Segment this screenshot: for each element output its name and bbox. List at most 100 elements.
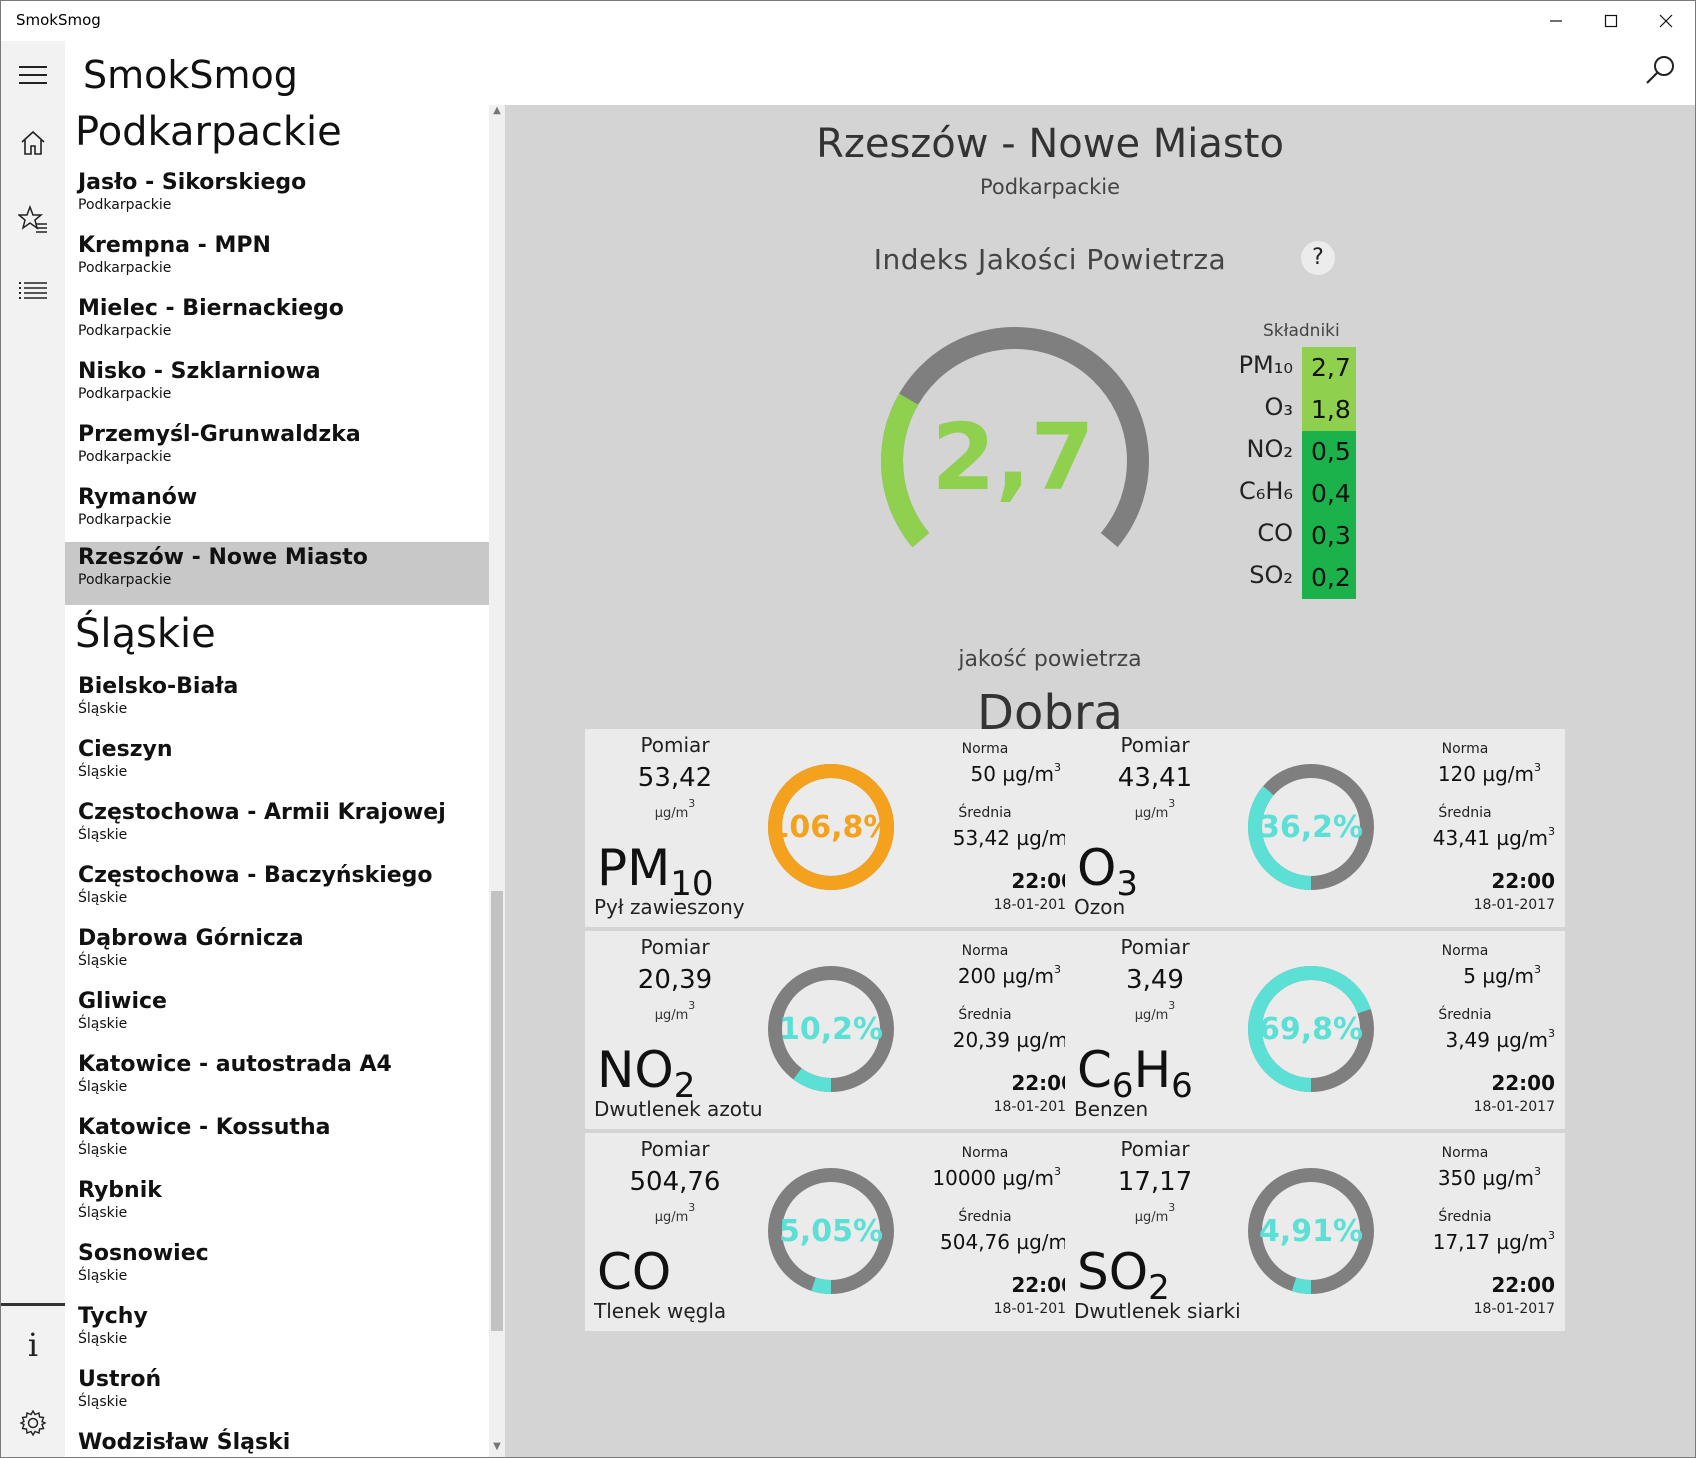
station-region: Śląskie	[78, 953, 128, 969]
home-button[interactable]	[1, 111, 65, 175]
component-value: 2,7	[1302, 347, 1356, 389]
title-bar: SmokSmog	[1, 1, 1695, 41]
station-item[interactable]: Tychy Śląskie	[65, 1301, 489, 1364]
scroll-down-icon[interactable]: ▼	[489, 1441, 505, 1452]
component-row: C₆H₆ 0,4	[1185, 473, 1356, 515]
measurement-card[interactable]: Pomiar 53,42 µg/m3 PM10 Pył zawieszony 1…	[585, 729, 1085, 927]
station-item[interactable]: Częstochowa - Armii Krajowej Śląskie	[65, 797, 489, 860]
measurement-date: 18-01-2017	[993, 1301, 1075, 1317]
norma-label: Norma	[1441, 943, 1489, 959]
measurement-unit: µg/m3	[625, 1201, 725, 1225]
help-button[interactable]: ?	[1301, 241, 1335, 275]
station-item-selected[interactable]: Rzeszów - Nowe Miasto Podkarpackie	[65, 542, 489, 605]
info-button[interactable]: i	[1, 1313, 65, 1377]
station-item[interactable]: Cieszyn Śląskie	[65, 734, 489, 797]
norma-value: 200 µg/m3	[885, 963, 1075, 988]
measurement-value: 53,42	[637, 763, 713, 793]
list-scrollbar[interactable]: ▲ ▼	[489, 105, 505, 1457]
station-name: Sosnowiec	[78, 1241, 209, 1266]
measurement-card[interactable]: Pomiar 504,76 µg/m3 CO Tlenek węgla 5,05…	[585, 1133, 1085, 1331]
station-item[interactable]: Bielsko-Biała Śląskie	[65, 671, 489, 734]
station-item[interactable]: Rybnik Śląskie	[65, 1175, 489, 1238]
measurement-value: 17,17	[1117, 1167, 1193, 1197]
station-item[interactable]: Dąbrowa Górnicza Śląskie	[65, 923, 489, 986]
station-item[interactable]: Mielec - Biernackiego Podkarpackie	[65, 293, 489, 356]
scroll-thumb[interactable]	[491, 891, 503, 1331]
component-value: 0,2	[1302, 557, 1356, 599]
formula-main: C	[1077, 1041, 1112, 1099]
maximize-button[interactable]	[1586, 1, 1636, 41]
search-button[interactable]	[1641, 51, 1689, 99]
pollutant-name: Tlenek węgla	[594, 1299, 727, 1323]
station-item[interactable]: Katowice - autostrada A4 Śląskie	[65, 1049, 489, 1112]
component-row: O₃ 1,8	[1185, 389, 1356, 431]
group-header-slaskie: Śląskie	[75, 611, 216, 657]
aqi-gauge: 2,7	[881, 327, 1149, 548]
station-list[interactable]: Podkarpackie Jasło - Sikorskiego Podkarpa…	[65, 105, 489, 1457]
measurement-unit: µg/m3	[625, 797, 725, 821]
scroll-up-icon[interactable]: ▲	[489, 105, 505, 116]
norma-value: 5 µg/m3	[1365, 963, 1555, 988]
unit-exponent: 3	[1534, 761, 1541, 774]
norma-text: 120 µg/m	[1437, 762, 1534, 786]
minimize-button[interactable]	[1531, 1, 1581, 41]
settings-button[interactable]	[1, 1391, 65, 1455]
measurement-card[interactable]: Pomiar 3,49 µg/m3 C6H6 Benzen 69,8% Norm…	[1065, 931, 1565, 1129]
favorites-button[interactable]	[1, 187, 65, 251]
formula-main: O	[1077, 839, 1117, 897]
navigation-rail: i	[1, 41, 65, 1457]
measurement-card[interactable]: Pomiar 20,39 µg/m3 NO2 Dwutlenek azotu 1…	[585, 931, 1085, 1129]
station-item[interactable]: Katowice - Kossutha Śląskie	[65, 1112, 489, 1175]
unit-exponent: 3	[688, 797, 696, 810]
formula-main-2: H	[1133, 1041, 1172, 1099]
unit-exponent: 3	[1534, 963, 1541, 976]
component-label: NO₂	[1246, 435, 1293, 463]
station-name: Mielec - Biernackiego	[78, 296, 344, 321]
component-label: C₆H₆	[1238, 477, 1293, 505]
measurement-date: 18-01-2017	[993, 1099, 1075, 1115]
maximize-icon	[1604, 14, 1618, 28]
measurement-card[interactable]: Pomiar 17,17 µg/m3 SO2 Dwutlenek siarki …	[1065, 1133, 1565, 1331]
measurement-card[interactable]: Pomiar 43,41 µg/m3 O3 Ozon 36,2% Norma 1…	[1065, 729, 1565, 927]
unit-exponent: 3	[688, 1201, 696, 1214]
station-region: Śląskie	[78, 1016, 128, 1032]
menu-button[interactable]	[1, 43, 65, 107]
formula-main: NO	[597, 1041, 674, 1099]
station-item[interactable]: Jasło - Sikorskiego Podkarpackie	[65, 167, 489, 230]
close-button[interactable]	[1641, 1, 1691, 41]
station-item[interactable]: Wodzisław Śląski	[65, 1427, 489, 1457]
station-name: Katowice - Kossutha	[78, 1115, 331, 1140]
station-item[interactable]: Gliwice Śląskie	[65, 986, 489, 1049]
formula-main: CO	[597, 1243, 672, 1301]
measurement-value: 43,41	[1117, 763, 1193, 793]
station-item[interactable]: Przemyśl-Grunwaldzka Podkarpackie	[65, 419, 489, 482]
measurement-time: 22:00	[1011, 1071, 1075, 1095]
pomiar-label: Pomiar	[640, 935, 710, 959]
station-name: Przemyśl-Grunwaldzka	[78, 422, 361, 447]
station-item[interactable]: Nisko - Szklarniowa Podkarpackie	[65, 356, 489, 419]
list-button[interactable]	[1, 259, 65, 323]
hamburger-icon	[19, 66, 47, 84]
measurement-value: 3,49	[1126, 965, 1184, 995]
station-item[interactable]: Krempna - MPN Podkarpackie	[65, 230, 489, 293]
station-item[interactable]: Rymanów Podkarpackie	[65, 482, 489, 545]
station-item[interactable]: Częstochowa - Baczyńskiego Śląskie	[65, 860, 489, 923]
aqi-gauge-fill	[881, 393, 930, 548]
component-label: O₃	[1264, 393, 1293, 421]
pomiar-label: Pomiar	[640, 1137, 710, 1161]
unit-exponent: 3	[1054, 761, 1061, 774]
unit-exponent: 3	[1168, 999, 1176, 1012]
component-label: PM₁₀	[1238, 351, 1293, 379]
favorites-icon	[18, 204, 47, 233]
station-region: Podkarpackie	[78, 197, 172, 213]
norma-text: 350 µg/m	[1437, 1166, 1534, 1190]
station-name: Ustroń	[78, 1367, 162, 1392]
formula-main: PM	[597, 839, 671, 897]
measurement-time: 22:00	[1011, 1273, 1075, 1297]
station-item[interactable]: Sosnowiec Śląskie	[65, 1238, 489, 1301]
station-name: Częstochowa - Baczyńskiego	[78, 863, 433, 888]
measurement-date: 18-01-2017	[1473, 1301, 1555, 1317]
measurement-time: 22:00	[1491, 869, 1555, 893]
station-name: Krempna - MPN	[78, 233, 271, 258]
station-item[interactable]: Ustroń Śląskie	[65, 1364, 489, 1427]
